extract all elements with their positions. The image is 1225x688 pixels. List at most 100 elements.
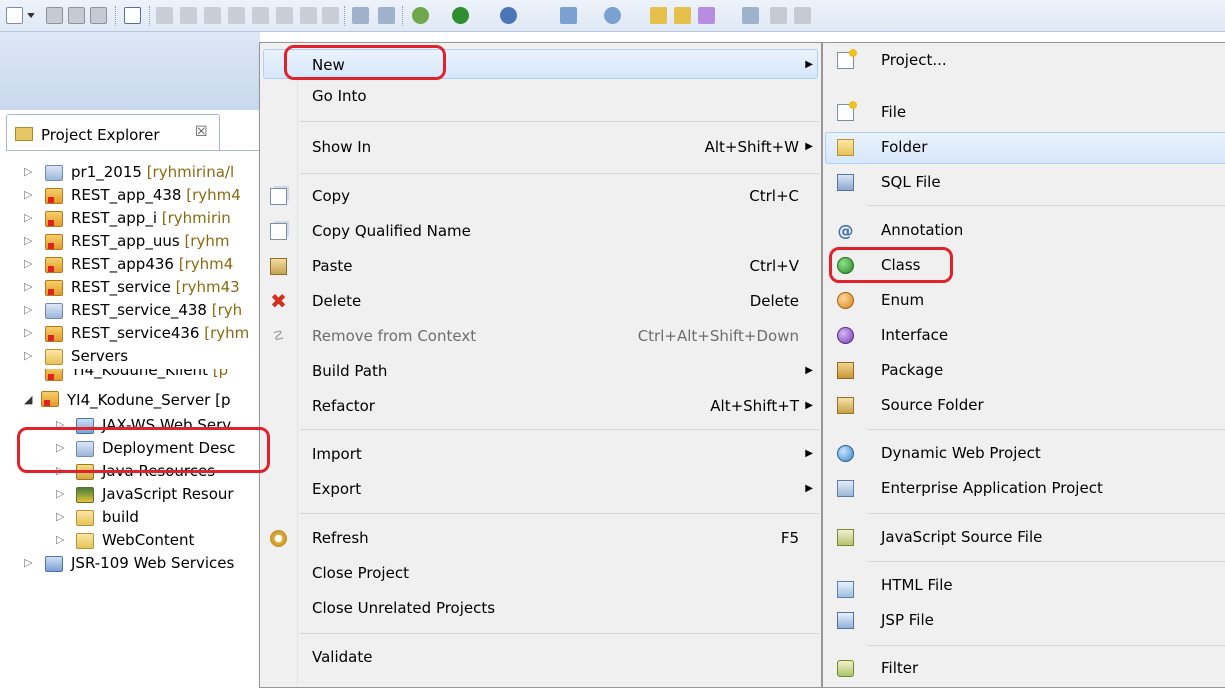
expand-icon[interactable]: ▷ <box>24 188 32 201</box>
expand-icon[interactable]: ▷ <box>24 326 32 339</box>
submenu-item-folder[interactable]: Folder <box>823 132 1225 164</box>
save-all-icon[interactable] <box>68 7 85 24</box>
menu-item-remove-from-context[interactable]: ☡ Remove from Context Ctrl+Alt+Shift+Dow… <box>260 320 821 352</box>
new-web-project-icon[interactable] <box>500 7 517 24</box>
menu-item-show-in[interactable]: Show In Alt+Shift+W ▶ <box>260 131 821 163</box>
tree-item-servers[interactable]: ▷ Servers <box>0 346 262 368</box>
disconnect-icon[interactable] <box>228 7 245 24</box>
tree-item-label: REST_service <box>71 278 171 296</box>
tree-item-rest-service-438[interactable]: ▷ REST_service_438 [ryh <box>0 300 262 322</box>
step-over-icon[interactable] <box>276 7 293 24</box>
expand-icon[interactable]: ▷ <box>24 556 32 569</box>
tree-item-yi4-kodune-klient[interactable]: YI4_Kodune_Klient [p <box>0 369 262 383</box>
open-task-icon[interactable] <box>650 7 667 24</box>
menu-item-import[interactable]: Import ▶ <box>260 438 821 470</box>
expand-icon[interactable]: ▷ <box>24 303 32 316</box>
tree-item-jax-ws[interactable]: ▷ JAX-WS Web Serv <box>0 415 262 437</box>
tree-item-deployment-descriptor[interactable]: ▷ Deployment Desc <box>0 438 262 460</box>
perspective-icon[interactable] <box>698 7 715 24</box>
new-wizard-icon[interactable] <box>6 7 23 24</box>
toolbar-icon[interactable] <box>742 7 759 24</box>
tab-project-explorer[interactable]: Project Explorer ☒ <box>6 114 220 150</box>
menu-item-close-project[interactable]: Close Project <box>260 557 821 589</box>
submenu-item-html-file[interactable]: HTML File <box>823 570 1225 602</box>
menu-item-copy-qualified-name[interactable]: Copy Qualified Name <box>260 215 821 247</box>
menu-item-go-into[interactable]: Go Into <box>260 82 821 114</box>
submenu-item-interface[interactable]: Interface <box>823 320 1225 352</box>
terminate-icon[interactable] <box>204 7 221 24</box>
collapse-icon[interactable]: ◢ <box>24 393 32 406</box>
suspend-icon[interactable] <box>180 7 197 24</box>
submenu-item-project[interactable]: Project... <box>823 45 1225 77</box>
menu-item-paste[interactable]: Paste Ctrl+V <box>260 250 821 282</box>
submenu-item-label: Enum <box>881 291 925 309</box>
step-into-icon[interactable] <box>252 7 269 24</box>
debug-icon[interactable] <box>378 7 395 24</box>
submenu-item-javascript-source-file[interactable]: JavaScript Source File <box>823 522 1225 554</box>
expand-icon[interactable]: ▷ <box>56 464 64 477</box>
submenu-item-jsp-file[interactable]: JSP File <box>823 605 1225 637</box>
tree-item-rest-service[interactable]: ▷ REST_service [ryhm43 <box>0 277 262 299</box>
tree-item-rest-app-438[interactable]: ▷ REST_app_438 [ryhm4 <box>0 185 262 207</box>
toggle-breakpoints-icon[interactable] <box>124 7 141 24</box>
menu-item-build-path[interactable]: Build Path ▶ <box>260 355 821 387</box>
new-server-icon[interactable] <box>560 7 577 24</box>
submenu-item-enterprise-application-project[interactable]: Enterprise Application Project <box>823 473 1225 505</box>
tree-item-yi4-kodune-server[interactable]: ◢ YI4_Kodune_Server [p <box>0 388 262 414</box>
tree-item-label: Servers <box>71 347 129 365</box>
submenu-item-file[interactable]: File <box>823 97 1225 129</box>
resume-icon[interactable] <box>156 7 173 24</box>
submenu-item-enum[interactable]: Enum <box>823 285 1225 317</box>
tree-item-webcontent[interactable]: ▷ WebContent <box>0 530 262 552</box>
submenu-item-sql-file[interactable]: SQL File <box>823 167 1225 199</box>
expand-icon[interactable]: ▷ <box>24 165 32 178</box>
tree-item-java-resources[interactable]: ▷ Java Resources <box>0 461 262 483</box>
tree-item-rest-app-i[interactable]: ▷ REST_app_i [ryhmirin <box>0 208 262 230</box>
open-type-icon[interactable] <box>604 7 621 24</box>
close-icon[interactable]: ☒ <box>195 124 208 140</box>
submenu-item-filter[interactable]: Filter <box>823 653 1225 685</box>
expand-icon[interactable]: ▷ <box>24 349 32 362</box>
menu-item-refresh[interactable]: Refresh F5 <box>260 522 821 554</box>
submenu-item-class[interactable]: Class <box>823 250 1225 282</box>
run-icon[interactable] <box>452 7 469 24</box>
menu-item-delete[interactable]: ✖ Delete Delete <box>260 285 821 317</box>
tree-item-pr1-2015[interactable]: ▷ pr1_2015 [ryhmirina/l <box>0 162 262 184</box>
search-icon[interactable] <box>674 7 691 24</box>
menu-item-close-unrelated-projects[interactable]: Close Unrelated Projects <box>260 592 821 624</box>
expand-icon[interactable]: ▷ <box>56 533 64 546</box>
use-step-filters-icon[interactable] <box>352 7 369 24</box>
toolbar-icon[interactable] <box>770 7 787 24</box>
source-folder-icon <box>837 397 854 414</box>
toolbar-icon[interactable] <box>794 7 811 24</box>
menu-item-new[interactable]: New ▶ <box>260 46 821 79</box>
expand-icon[interactable]: ▷ <box>24 257 32 270</box>
tree-item-rest-service436[interactable]: ▷ REST_service436 [ryhm <box>0 323 262 345</box>
external-tools-icon[interactable] <box>412 7 429 24</box>
submenu-item-annotation[interactable]: @ Annotation <box>823 215 1225 247</box>
submenu-item-dynamic-web-project[interactable]: Dynamic Web Project <box>823 438 1225 470</box>
tree-item-rest-app-uus[interactable]: ▷ REST_app_uus [ryhm <box>0 231 262 253</box>
menu-item-refactor[interactable]: Refactor Alt+Shift+T ▶ <box>260 390 821 422</box>
expand-icon[interactable]: ▷ <box>24 211 32 224</box>
tree-item-javascript-resources[interactable]: ▷ JavaScript Resour <box>0 484 262 506</box>
submenu-item-package[interactable]: Package <box>823 355 1225 387</box>
expand-icon[interactable]: ▷ <box>24 234 32 247</box>
tree-item-jsr-109[interactable]: ▷ JSR-109 Web Services <box>0 553 262 575</box>
menu-item-validate[interactable]: Validate <box>260 641 821 673</box>
expand-icon[interactable]: ▷ <box>56 418 64 431</box>
step-return-icon[interactable] <box>300 7 317 24</box>
submenu-item-source-folder[interactable]: Source Folder <box>823 390 1225 422</box>
save-icon[interactable] <box>46 7 63 24</box>
expand-icon[interactable]: ▷ <box>24 280 32 293</box>
menu-item-copy[interactable]: Copy Ctrl+C <box>260 180 821 212</box>
dropdown-icon[interactable] <box>27 13 35 18</box>
tree-item-build[interactable]: ▷ build <box>0 507 262 529</box>
expand-icon[interactable]: ▷ <box>56 510 64 523</box>
menu-item-export[interactable]: Export ▶ <box>260 473 821 505</box>
expand-icon[interactable]: ▷ <box>56 441 64 454</box>
drop-to-frame-icon[interactable] <box>322 7 339 24</box>
tree-item-rest-app436[interactable]: ▷ REST_app436 [ryhm4 <box>0 254 262 276</box>
expand-icon[interactable]: ▷ <box>56 487 64 500</box>
print-icon[interactable] <box>90 7 107 24</box>
